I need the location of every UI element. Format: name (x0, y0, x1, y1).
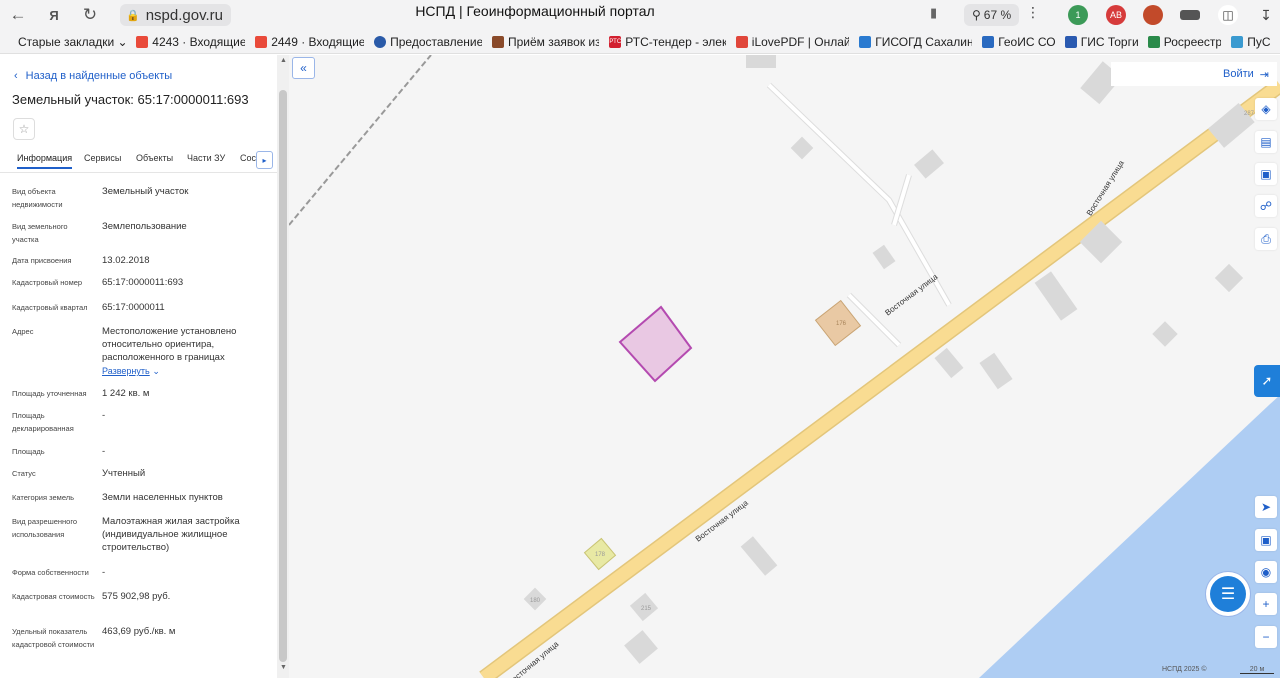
chat-icon[interactable]: ☰ (1210, 576, 1246, 612)
tab-info[interactable]: Информация (17, 153, 73, 169)
help-icon[interactable]: ➚ (1254, 365, 1280, 397)
scroll-down-icon[interactable]: ▼ (280, 664, 287, 671)
bookmark-item[interactable]: ГИСОГД Сахалин (859, 35, 972, 49)
extension-hat-icon[interactable] (1180, 10, 1200, 20)
bookmark-item[interactable]: ГИС Торги (1064, 35, 1138, 49)
emblem-icon (1064, 35, 1077, 48)
bookmark-item[interactable]: РТС РТС-тендер - элек (609, 35, 726, 49)
bookmark-item[interactable]: Предоставление (374, 35, 482, 49)
extension-puzzle-icon[interactable]: ◫ (1218, 5, 1238, 25)
bookmark-item[interactable]: 4243 · Входящие (136, 35, 245, 49)
building-icon (859, 35, 872, 48)
building-icon (982, 35, 995, 48)
family-icon (491, 35, 504, 48)
chevron-down-icon: ⌄ (152, 366, 160, 376)
bookmark-item[interactable]: ГеоИС СО (982, 35, 1055, 49)
login-button[interactable]: Войти ⇥ (1111, 62, 1277, 86)
yandex-icon[interactable]: Я (36, 0, 72, 30)
login-label: Войти (1222, 68, 1254, 80)
extension-avatar-icon[interactable] (1143, 5, 1163, 25)
extension-shield-icon[interactable]: 1 (1068, 5, 1088, 25)
map-canvas[interactable]: Восточная улица Восточная улица Восточна… (289, 55, 1280, 678)
back-link[interactable]: ‹ Назад в найденные объекты (14, 70, 172, 82)
layers-icon[interactable]: ◈ (1255, 98, 1277, 120)
ruler-icon[interactable]: ▤ (1255, 131, 1277, 153)
shield-icon (1147, 35, 1160, 48)
expand-link[interactable]: Развернуть (102, 366, 150, 376)
basemap-icon[interactable]: ▣ (1255, 529, 1277, 551)
tab-parts[interactable]: Части ЗУ (187, 153, 225, 163)
map-svg[interactable]: Восточная улица Восточная улица Восточна… (289, 55, 1280, 678)
mail-icon (255, 35, 268, 48)
search-icon: ⚲ (972, 8, 981, 22)
zoom-in-icon[interactable]: + (1255, 593, 1277, 615)
login-icon: ⇥ (1259, 68, 1269, 81)
scale-bar: 20 м (1240, 666, 1274, 674)
copyright: НСПД 2025 © (1162, 666, 1207, 673)
tab-composition[interactable]: Сос (240, 153, 256, 163)
scroll-up-icon[interactable]: ▲ (280, 57, 287, 64)
bookmark-item[interactable]: iLovePDF | Онлай (735, 35, 849, 49)
bookmark-item[interactable]: Старые закладки ⌄ (18, 35, 126, 49)
more-menu-icon[interactable]: ⋮ (1026, 4, 1040, 21)
collapse-panel-icon[interactable]: « (292, 57, 315, 79)
share-icon[interactable]: ☍ (1255, 195, 1277, 217)
tab-services[interactable]: Сервисы (84, 153, 121, 163)
bookmark-item[interactable]: Росреестр (1147, 35, 1221, 49)
bookmark-item[interactable]: 2449 · Входящие (255, 35, 364, 49)
star-icon (1231, 35, 1244, 48)
zoom-indicator[interactable]: ⚲ 67 % (964, 4, 1020, 26)
zoom-out-icon[interactable]: − (1255, 626, 1277, 648)
tab-objects[interactable]: Объекты (136, 153, 173, 163)
tab-bar: Информация Сервисы Объекты Части ЗУ Сос … (0, 151, 278, 173)
heart-icon (735, 35, 748, 48)
object-title: Земельный участок: 65:17:0000011:693 (12, 92, 249, 107)
print-icon[interactable]: ⎙ (1255, 228, 1277, 250)
back-link-label: Назад в найденные объекты (25, 70, 173, 82)
house-number: 176 (836, 321, 847, 327)
bookmark-item[interactable]: Приём заявок из (491, 35, 599, 49)
page-title: НСПД | Геоинформационный портал (415, 3, 655, 19)
chevron-left-icon: ‹ (14, 70, 18, 82)
back-arrow-icon[interactable]: ← (0, 0, 36, 30)
select-area-icon[interactable]: ▣ (1255, 163, 1277, 185)
bookmarks-bar: Старые закладки ⌄ 4243 · Входящие 2449 ·… (0, 30, 1280, 54)
info-panel: ‹ Назад в найденные объекты Земельный уч… (0, 55, 278, 678)
favorite-star-icon[interactable]: ☆ (13, 118, 35, 140)
pin-icon[interactable]: ◉ (1255, 561, 1277, 583)
house-number: 215 (641, 606, 652, 612)
lock-icon: 🔒 (126, 9, 140, 22)
bookmark-flag-icon[interactable]: ▮ (930, 5, 937, 21)
house-number: 287 (1244, 111, 1255, 117)
reload-icon[interactable]: ↻ (72, 0, 108, 30)
zoom-value: 67 % (983, 8, 1012, 22)
extension-adblock-icon[interactable]: AB (1106, 5, 1126, 25)
download-icon[interactable]: ↧ (1256, 5, 1276, 25)
tabs-next-icon[interactable]: ▸ (256, 151, 273, 169)
mail-icon (136, 35, 149, 48)
panel-scroll-thumb[interactable] (279, 90, 287, 662)
house-number: 180 (530, 598, 541, 604)
gov-icon (374, 35, 387, 48)
url-text: nspd.gov.ru (145, 6, 223, 24)
house-number: 178 (595, 552, 606, 558)
rts-icon: РТС (609, 35, 622, 48)
locate-icon[interactable]: ➤ (1255, 496, 1277, 518)
bookmark-item[interactable]: ПуС (1231, 35, 1270, 49)
